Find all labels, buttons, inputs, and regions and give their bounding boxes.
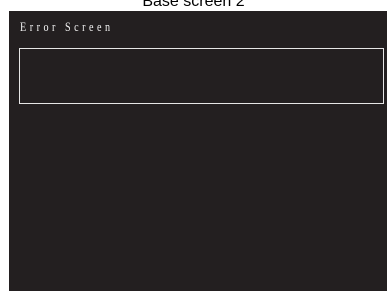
page: Base screen 2 Error Screen xyxy=(0,0,387,291)
screen-title: Error Screen xyxy=(20,19,114,34)
figure-caption: Base screen 2 xyxy=(142,0,245,10)
error-screen-display: Error Screen xyxy=(9,11,387,291)
error-message-box xyxy=(19,48,384,104)
